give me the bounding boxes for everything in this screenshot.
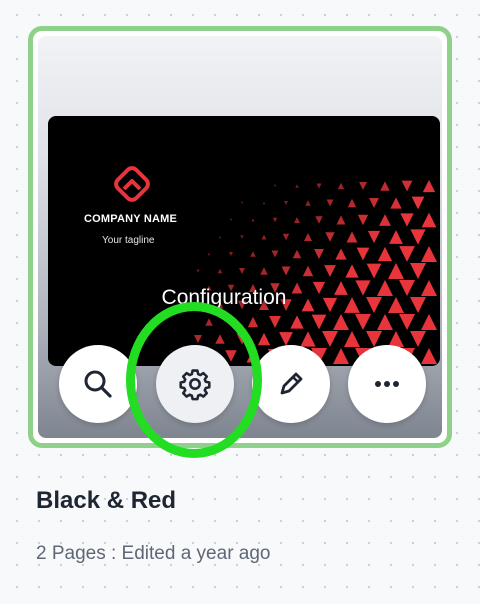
business-card-preview: COMPANY NAME Your tagline <box>48 116 440 366</box>
red-triangle-pattern <box>193 179 437 364</box>
more-options-button[interactable] <box>348 345 426 423</box>
pencil-icon <box>280 372 303 395</box>
preview-button[interactable] <box>59 345 137 423</box>
template-title[interactable]: Black & Red <box>36 487 176 515</box>
gear-icon <box>179 369 211 401</box>
more-horizontal-icon <box>375 381 399 387</box>
template-meta: 2 Pages : Edited a year ago <box>36 543 271 564</box>
edit-button[interactable] <box>252 345 330 423</box>
search-icon <box>84 370 112 398</box>
configure-button[interactable] <box>156 345 234 423</box>
configuration-label: Configuration <box>161 286 287 309</box>
